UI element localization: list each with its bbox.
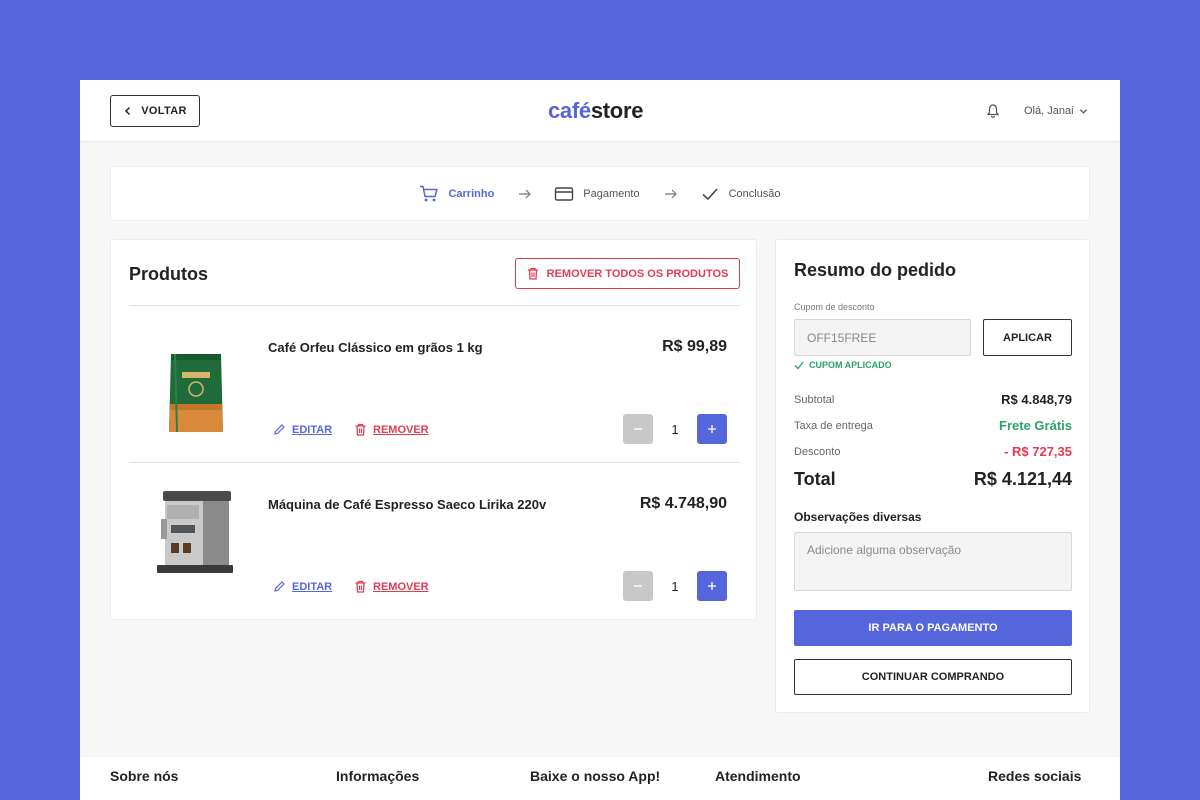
remove-all-button[interactable]: REMOVER TODOS OS PRODUTOS (515, 258, 740, 289)
quantity-increase-button[interactable] (697, 414, 727, 444)
quantity-value: 1 (671, 579, 679, 594)
step-conclusion-label: Conclusão (728, 187, 781, 200)
continue-shopping-button[interactable]: CONTINUAR COMPRANDO (794, 659, 1072, 695)
apply-coupon-button[interactable]: APLICAR (983, 319, 1072, 356)
discount-value: - R$ 727,35 (1004, 444, 1072, 459)
item-name: Máquina de Café Espresso Saeco Lirika 22… (268, 497, 547, 512)
user-menu[interactable]: Olá, Janai (1024, 103, 1088, 119)
edit-button[interactable]: EDITAR (273, 580, 332, 593)
coupon-status-label: CUPOM APLICADO (809, 360, 892, 370)
total-value: R$ 4.121,44 (973, 469, 1072, 489)
quantity-decrease-button[interactable] (623, 571, 653, 601)
footer-about[interactable]: Sobre nós (110, 768, 178, 784)
coupon-applied-status: CUPOM APLICADO (794, 360, 892, 370)
checkout-steps: Carrinho Pagamento Conclusão (110, 166, 1090, 221)
arrow-right-icon (664, 189, 677, 198)
logo-part-1: café (548, 98, 591, 123)
go-to-payment-button[interactable]: IR PARA O PAGAMENTO (794, 610, 1072, 646)
trash-icon (527, 267, 538, 280)
pencil-icon (274, 581, 285, 592)
user-greeting: Olá, Janai (1024, 105, 1074, 117)
products-panel: Produtos REMOVER TODOS OS PRODUTOS Café … (110, 239, 757, 620)
cart-item: Café Orfeu Clássico em grãos 1 kg R$ 99,… (111, 306, 758, 451)
summary-title: Resumo do pedido (794, 260, 956, 280)
subtotal-label: Subtotal (794, 393, 835, 406)
logo-part-2: store (590, 98, 644, 123)
card-icon (555, 186, 574, 201)
back-button[interactable]: VOLTAR (110, 95, 200, 127)
logo[interactable]: caféstore (548, 98, 643, 124)
quantity-increase-button[interactable] (697, 571, 727, 601)
remove-button[interactable]: REMOVER (354, 423, 429, 436)
footer-app[interactable]: Baixe o nosso App! (530, 768, 660, 784)
subtotal-value: R$ 4.848,79 (1001, 392, 1072, 407)
item-price: R$ 4.748,90 (639, 495, 727, 512)
step-payment[interactable]: Pagamento (554, 185, 640, 203)
back-button-label: VOLTAR (141, 105, 187, 117)
remove-label: REMOVER (373, 423, 429, 436)
item-price: R$ 99,89 (662, 338, 727, 355)
shipping-value: Frete Grátis (999, 418, 1072, 433)
trash-icon (355, 580, 366, 593)
footer-support[interactable]: Atendimento (715, 768, 801, 784)
bell-icon[interactable] (986, 103, 1000, 119)
coupon-input[interactable] (794, 319, 971, 356)
footer-social[interactable]: Redes sociais (988, 768, 1081, 784)
coupon-label: Cupom de desconto (794, 302, 875, 312)
item-name: Café Orfeu Clássico em grãos 1 kg (268, 340, 483, 355)
notes-label: Observações diversas (794, 510, 922, 524)
remove-all-label: REMOVER TODOS OS PRODUTOS (546, 267, 729, 280)
shipping-row: Taxa de entrega Frete Grátis (794, 418, 1072, 433)
edit-label: EDITAR (292, 580, 333, 593)
subtotal-row: Subtotal R$ 4.848,79 (794, 392, 1072, 407)
minus-icon (634, 585, 642, 587)
notes-textarea[interactable] (794, 532, 1072, 591)
step-conclusion[interactable]: Conclusão (700, 185, 781, 203)
minus-icon (634, 428, 642, 430)
cart-item: Máquina de Café Espresso Saeco Lirika 22… (111, 463, 758, 608)
step-payment-label: Pagamento (583, 187, 640, 200)
quantity-value: 1 (671, 422, 679, 437)
discount-label: Desconto (794, 445, 841, 458)
arrow-right-icon (519, 189, 532, 198)
coffee-bag-image (169, 353, 223, 433)
check-icon (702, 187, 718, 200)
espresso-machine-image (157, 491, 233, 573)
remove-label: REMOVER (373, 580, 429, 593)
total-label: Total (794, 469, 836, 489)
quantity-decrease-button[interactable] (623, 414, 653, 444)
chevron-left-icon (125, 106, 131, 116)
discount-row: Desconto - R$ 727,35 (794, 444, 1072, 459)
chevron-down-icon (1079, 108, 1087, 114)
remove-button[interactable]: REMOVER (354, 580, 429, 593)
header: VOLTAR caféstore Olá, Janai (80, 80, 1120, 142)
check-icon (794, 361, 804, 370)
footer-info[interactable]: Informações (336, 768, 419, 784)
products-title: Produtos (129, 264, 208, 284)
app-window: VOLTAR caféstore Olá, Janai Carrinho Pag… (80, 80, 1120, 800)
total-row: Total R$ 4.121,44 (794, 469, 1072, 490)
step-cart[interactable]: Carrinho (419, 185, 494, 203)
plus-icon (708, 425, 716, 433)
pencil-icon (274, 424, 285, 435)
edit-button[interactable]: EDITAR (273, 423, 332, 436)
plus-icon (708, 582, 716, 590)
edit-label: EDITAR (292, 423, 333, 436)
footer: Sobre nós Informações Baixe o nosso App!… (80, 757, 1120, 800)
shipping-label: Taxa de entrega (794, 419, 873, 432)
cart-icon (420, 185, 439, 201)
trash-icon (355, 423, 366, 436)
order-summary-panel: Resumo do pedido Cupom de desconto APLIC… (775, 239, 1090, 713)
step-cart-label: Carrinho (448, 187, 495, 200)
